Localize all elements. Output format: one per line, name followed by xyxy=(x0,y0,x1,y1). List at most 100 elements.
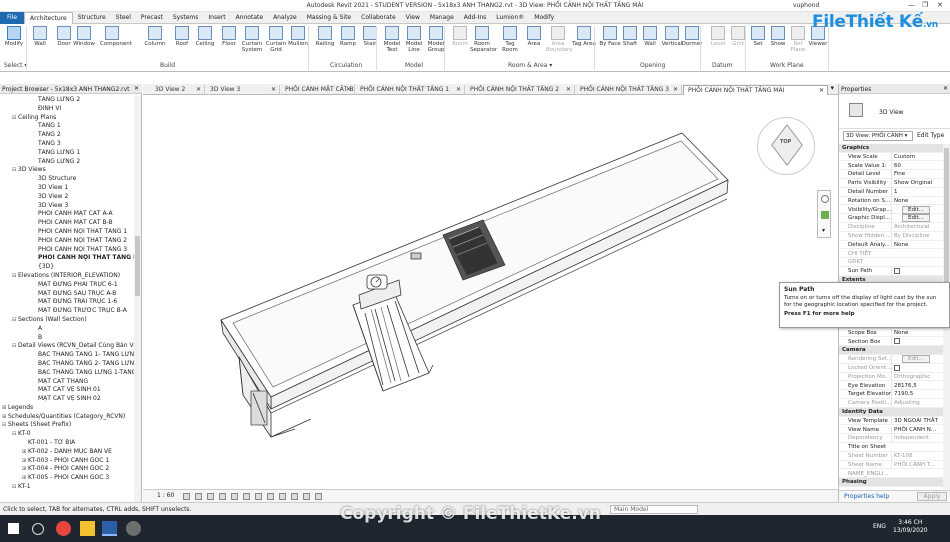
ribbon-panel-circulation[interactable]: Circulation xyxy=(330,62,362,69)
browser-item[interactable]: ⊟ Ceiling Plans xyxy=(0,114,134,123)
property-row[interactable]: Projection Mo... Orthographic xyxy=(839,372,943,382)
chrome-icon[interactable] xyxy=(56,521,71,536)
render-icon[interactable] xyxy=(231,493,238,500)
shadows-icon[interactable] xyxy=(219,493,226,500)
property-row[interactable]: Locked Orient... xyxy=(839,364,943,373)
property-row[interactable]: Graphic Displ... Edit... xyxy=(839,214,943,223)
window-button[interactable]: Window xyxy=(72,26,96,47)
checkbox[interactable] xyxy=(894,267,900,274)
property-row[interactable]: Dependency Independent xyxy=(839,434,943,443)
hide-isolate-icon[interactable] xyxy=(279,493,286,500)
area-boundary-button[interactable]: Area Boundary xyxy=(546,26,573,53)
browser-item[interactable]: 3D Structure xyxy=(0,175,134,184)
close-icon[interactable]: ✕ xyxy=(196,85,201,94)
browser-item[interactable]: ⊞ Legends xyxy=(0,404,134,413)
minimize-button[interactable]: — xyxy=(908,1,915,9)
windows-start-icon[interactable] xyxy=(8,523,19,534)
browser-item[interactable]: ⊟ KT-1 xyxy=(0,483,134,492)
property-value[interactable]: Custom xyxy=(891,152,941,162)
file-explorer-icon[interactable] xyxy=(80,521,95,536)
ribbon-tab-collaborate[interactable]: Collaborate xyxy=(356,12,401,24)
close-icon[interactable]: ✕ xyxy=(673,85,678,94)
browser-scrollbar[interactable] xyxy=(134,96,141,502)
view-tab[interactable]: PHỐI CẢNH NỘI THẤT TẦNG 1 ✕ xyxy=(356,85,465,95)
browser-item[interactable]: TẦNG 3 xyxy=(0,140,134,149)
visual-style-icon[interactable] xyxy=(195,493,202,500)
viewcube-face[interactable] xyxy=(771,124,803,166)
reveal-hidden-icon[interactable] xyxy=(291,493,298,500)
property-row[interactable]: Parts Visibility Show Original xyxy=(839,179,943,188)
browser-item[interactable]: BẬC THANG TẦNG 1- TẦNG LỬNG 1 xyxy=(0,351,134,360)
ribbon-tab-insert[interactable]: Insert xyxy=(203,12,230,24)
property-value[interactable]: Edit... xyxy=(891,214,941,223)
property-row[interactable]: View Scale Custom xyxy=(839,152,943,162)
browser-item[interactable]: ⊟ KT-0 xyxy=(0,430,134,439)
detail-level-icon[interactable] xyxy=(183,493,190,500)
browser-item[interactable]: ⊞ Schedules/Quantities (Category_RCVN) xyxy=(0,413,134,422)
browser-item[interactable]: TẦNG 2 xyxy=(0,131,134,140)
crop-view-icon[interactable] xyxy=(243,493,250,500)
curtain-grid-button[interactable]: Curtain Grid xyxy=(264,26,288,53)
property-value[interactable] xyxy=(891,267,941,276)
view-tab[interactable]: 3D View 3 ✕ xyxy=(206,85,280,95)
ribbon-panel-build[interactable]: Build xyxy=(160,62,175,69)
browser-item[interactable]: ⊞ KT-003 - PHỐI CẢNH GÓC 1 xyxy=(0,457,134,466)
property-row[interactable]: View Template 3D NGOẠI THẤT xyxy=(839,416,943,426)
browser-item[interactable]: PHỐI CẢNH MẶT CẮT A-A xyxy=(0,210,134,219)
property-value[interactable]: Show Original xyxy=(891,179,941,188)
property-value[interactable] xyxy=(891,337,941,347)
ribbon-panel-room-area-[interactable]: Room & Area ▾ xyxy=(508,62,552,69)
maximize-button[interactable]: ❐ xyxy=(922,1,928,9)
close-button[interactable]: ✕ xyxy=(937,1,943,9)
property-group[interactable]: Identity Data xyxy=(839,408,943,417)
browser-item[interactable]: TẦNG LỬNG 2 xyxy=(0,96,134,105)
ribbon-tab-analyze[interactable]: Analyze xyxy=(268,12,302,24)
scroll-thumb[interactable] xyxy=(135,236,140,296)
view-tab[interactable]: 3D View 2 ✕ xyxy=(151,85,205,95)
search-icon[interactable] xyxy=(32,523,44,535)
zoom-icon[interactable] xyxy=(821,211,829,219)
property-group[interactable]: Camera xyxy=(839,346,943,355)
mullion-button[interactable]: Mullion xyxy=(286,26,310,47)
lock-view-icon[interactable] xyxy=(267,493,274,500)
checkbox[interactable] xyxy=(894,364,900,371)
ribbon-tab-view[interactable]: View xyxy=(401,12,425,24)
properties-help-link[interactable]: Properties help xyxy=(844,493,889,500)
ribbon-tab-manage[interactable]: Manage xyxy=(425,12,459,24)
property-row[interactable]: NAME_ENGLI... xyxy=(839,470,943,479)
ribbon-panel-opening[interactable]: Opening xyxy=(640,62,665,69)
input-language[interactable]: ENG xyxy=(873,523,886,530)
roof-button[interactable]: Roof xyxy=(170,26,194,47)
property-row[interactable]: Eye Elevation 28176,5 xyxy=(839,381,943,391)
property-row[interactable]: Show Hidden ... By Discipline xyxy=(839,232,943,241)
ribbon-tab-precast[interactable]: Precast xyxy=(136,12,168,24)
ribbon-panel-datum[interactable]: Datum xyxy=(712,62,732,69)
ramp-button[interactable]: Ramp xyxy=(336,26,360,47)
close-icon[interactable]: ✕ xyxy=(456,85,461,94)
edit-type-button[interactable]: Edit Type xyxy=(917,132,944,139)
property-row[interactable]: Scope Box None xyxy=(839,328,943,338)
browser-item[interactable]: MẶT ĐỨNG TRƯỚC TRỤC B-A xyxy=(0,307,134,316)
show-crop-icon[interactable] xyxy=(255,493,262,500)
edit-button[interactable]: Edit... xyxy=(902,355,930,364)
property-row[interactable]: Default Analy... None xyxy=(839,240,943,250)
browser-item[interactable]: MẶT ĐỨNG PHẢI TRỤC 6-1 xyxy=(0,281,134,290)
browser-item[interactable]: PHỐI CẢNH NỘI THẤT TẦNG MÁI xyxy=(0,254,134,263)
browser-item[interactable]: TẦNG LỬNG 1 xyxy=(0,149,134,158)
sun-path-icon[interactable] xyxy=(207,493,214,500)
close-icon[interactable]: ✕ xyxy=(271,85,276,94)
property-row[interactable]: View Name PHỐI CẢNH N... xyxy=(839,425,943,435)
type-selector[interactable]: 3D View xyxy=(839,95,950,129)
tag-room-button[interactable]: Tag Room xyxy=(498,26,522,53)
property-row[interactable]: CHI TIẾT xyxy=(839,250,943,259)
view-scale[interactable]: 1 : 60 xyxy=(157,492,174,499)
property-value[interactable]: Edit... xyxy=(891,205,941,215)
wall-button[interactable]: Wall xyxy=(638,26,662,47)
browser-item[interactable]: KT-001 - TỜ BÌA xyxy=(0,439,134,448)
system-clock[interactable]: 3:46 CH 13/09/2020 xyxy=(893,519,928,535)
browser-item[interactable]: ⊞ KT-004 - PHỐI CẢNH GÓC 2 xyxy=(0,465,134,474)
ribbon-tab-structure[interactable]: Structure xyxy=(73,12,111,24)
ribbon-tab-massing-site[interactable]: Massing & Site xyxy=(302,12,356,24)
column-button[interactable]: Column xyxy=(143,26,167,47)
ribbon-tab-systems[interactable]: Systems xyxy=(168,12,204,24)
